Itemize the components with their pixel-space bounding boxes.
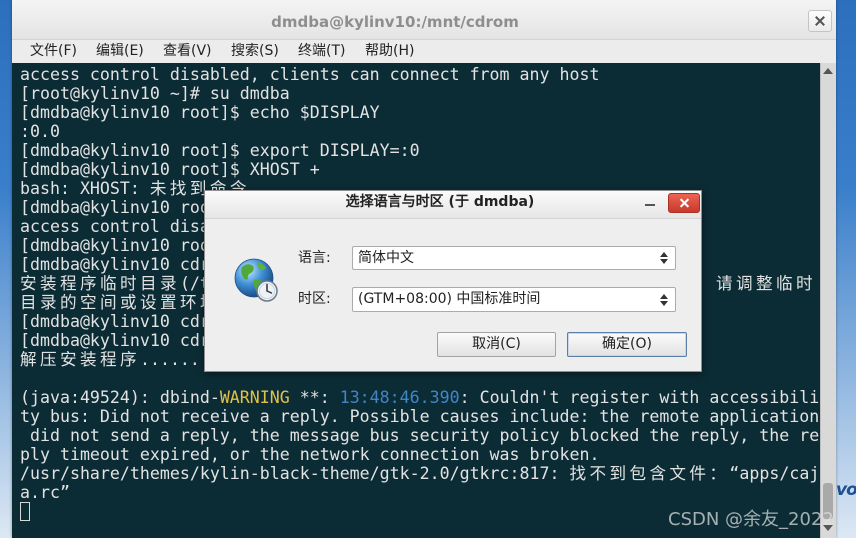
terminal-line: :0.0 bbox=[20, 122, 60, 141]
warning-timestamp: 13:48:46.390 bbox=[339, 388, 460, 407]
up-down-arrows-icon bbox=[660, 293, 668, 306]
dialog-close-button[interactable] bbox=[668, 193, 700, 213]
language-label: 语言: bbox=[298, 250, 331, 266]
window-title: dmdba@kylinv10:/mnt/cdrom bbox=[271, 13, 519, 31]
scroll-up-icon[interactable] bbox=[823, 68, 833, 74]
timezone-select[interactable]: (GTM+08:00) 中国标准时间 bbox=[352, 287, 676, 312]
minimize-icon[interactable] bbox=[645, 204, 655, 206]
watermark: CSDN @余友_2022 bbox=[668, 509, 834, 530]
terminal-text: **: bbox=[289, 388, 340, 407]
terminal-line: (java:49524): dbind-WARNING **: 13:48:46… bbox=[20, 388, 820, 407]
terminal-scrollbar[interactable] bbox=[820, 63, 836, 538]
warning-keyword: WARNING bbox=[219, 388, 290, 407]
timezone-label: 时区: bbox=[298, 291, 331, 307]
terminal-line: [dmdba@kylinv10 root]$ echo $DISPLAY bbox=[20, 103, 380, 122]
cancel-button[interactable]: 取消(C) bbox=[437, 332, 556, 357]
menu-edit[interactable]: 编辑(E) bbox=[96, 40, 144, 63]
terminal-text: bash: XHOST: bbox=[20, 179, 150, 198]
terminal-text: (java:49524): dbind- bbox=[20, 388, 220, 407]
terminal-line: access control disabled, clients can con… bbox=[20, 65, 600, 84]
terminal-line: /usr/share/themes/kylin-black-theme/gtk-… bbox=[20, 464, 820, 483]
terminal-text: /usr/share/themes/kylin-black-theme/gtk-… bbox=[20, 464, 570, 483]
menu-search[interactable]: 搜索(S) bbox=[231, 40, 279, 63]
terminal-text: : Couldn't register with accessibili bbox=[459, 388, 820, 407]
terminal-text: “apps/caj bbox=[729, 464, 820, 483]
terminal-text: 找不到包含文件： bbox=[569, 464, 730, 483]
dialog-titlebar[interactable]: 选择语言与时区 (于 dmdba) bbox=[205, 191, 701, 219]
menu-view[interactable]: 查看(V) bbox=[163, 40, 212, 63]
menu-terminal[interactable]: 终端(T) bbox=[298, 40, 345, 63]
up-down-arrows-icon bbox=[660, 252, 668, 264]
terminal-line: [dmdba@kylinv10 root]$ export DISPLAY=:0 bbox=[20, 141, 420, 160]
terminal-cursor bbox=[20, 502, 30, 521]
terminal-line: did not send a reply, the message bus se… bbox=[20, 426, 820, 445]
language-select[interactable]: 简体中文 bbox=[352, 246, 676, 270]
terminal-line: ty bus: Did not receive a reply. Possibl… bbox=[20, 407, 820, 426]
dialog-title: 选择语言与时区 (于 dmdba) bbox=[345, 194, 535, 210]
desktop-logo-fragment: vo bbox=[836, 480, 856, 500]
language-timezone-dialog: 选择语言与时区 (于 dmdba) 语言: 简体中文 时区: (GTM+08:0… bbox=[204, 190, 702, 372]
terminal-text: ...... bbox=[139, 350, 200, 369]
terminal-line: ply timeout expired, or the network conn… bbox=[20, 445, 600, 464]
terminal-line: [root@kylinv10 ~]# su dmdba bbox=[20, 84, 290, 103]
window-titlebar[interactable]: dmdba@kylinv10:/mnt/cdrom bbox=[12, 0, 836, 40]
timezone-select-value: (GTM+08:00) 中国标准时间 bbox=[358, 291, 541, 307]
terminal-text: 解压安装程序 bbox=[20, 350, 140, 369]
language-select-value: 简体中文 bbox=[358, 250, 414, 266]
close-icon bbox=[809, 11, 831, 31]
window-close-button[interactable] bbox=[808, 10, 832, 32]
menu-help[interactable]: 帮助(H) bbox=[365, 40, 414, 63]
menu-file[interactable]: 文件(F) bbox=[30, 40, 77, 63]
terminal-line: a.rc” bbox=[20, 483, 70, 502]
ok-button[interactable]: 确定(O) bbox=[567, 332, 687, 357]
globe-clock-icon bbox=[234, 258, 278, 302]
terminal-text: ，请调整临时 bbox=[696, 274, 816, 293]
terminal-line: [dmdba@kylinv10 root]$ XHOST + bbox=[20, 160, 320, 179]
terminal-text: 安装程序临时目录 bbox=[20, 274, 180, 293]
menu-bar: 文件(F) 编辑(E) 查看(V) 搜索(S) 终端(T) 帮助(H) bbox=[12, 40, 836, 63]
close-icon bbox=[669, 194, 699, 212]
